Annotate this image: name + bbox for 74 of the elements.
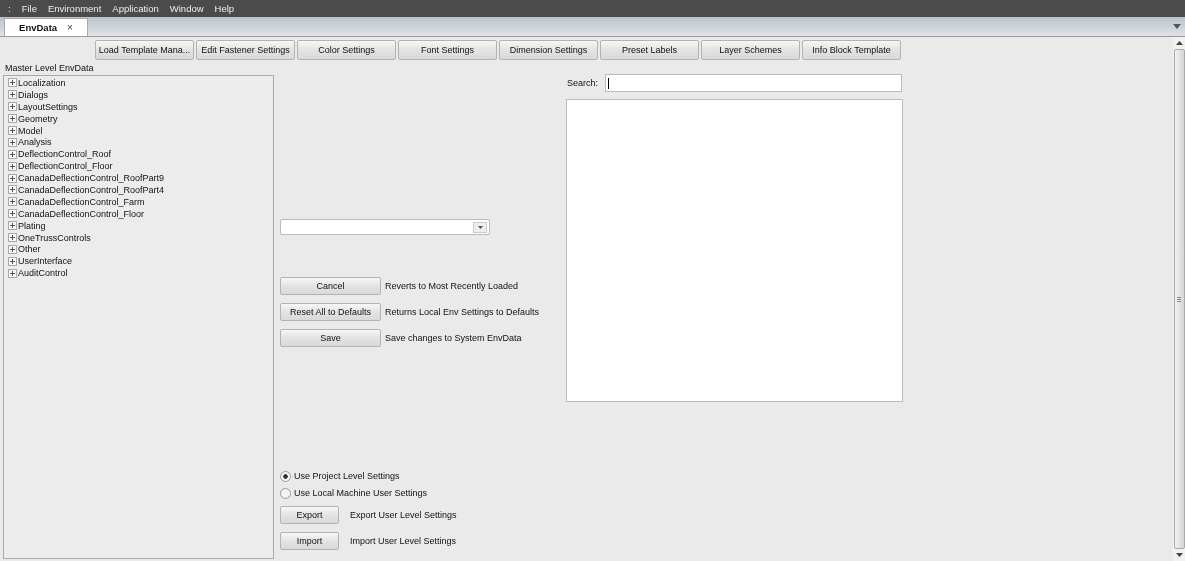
- toolbar-button[interactable]: Dimension Settings: [499, 40, 598, 60]
- expand-icon[interactable]: [8, 185, 17, 195]
- action-description: Returns Local Env Settings to Defaults: [385, 307, 540, 317]
- search-label: Search:: [567, 78, 599, 88]
- tree-item[interactable]: Model: [18, 125, 43, 136]
- toolbar-button[interactable]: Info Block Template: [802, 40, 901, 60]
- menu-item[interactable]: Window: [164, 3, 210, 14]
- expand-icon[interactable]: [8, 256, 17, 266]
- action-button[interactable]: Reset All to Defaults: [280, 303, 381, 321]
- expand-icon[interactable]: [8, 221, 17, 231]
- tree-item[interactable]: CanadaDeflectionControl_Floor: [18, 208, 145, 219]
- grip-icon: [1177, 296, 1181, 302]
- expand-icon[interactable]: [8, 137, 17, 147]
- tree-item[interactable]: LayoutSettings: [18, 101, 78, 112]
- tree-item[interactable]: DeflectionControl_Roof: [18, 149, 112, 160]
- action-description: Save changes to System EnvData: [385, 333, 522, 343]
- menu-item[interactable]: Environment: [42, 3, 108, 14]
- dropdown-icon[interactable]: [477, 225, 483, 229]
- scroll-down-icon[interactable]: [1175, 553, 1183, 557]
- radio-label[interactable]: Use Project Level Settings: [294, 471, 400, 481]
- tree-title: Master Level EnvData: [4, 62, 95, 75]
- close-icon[interactable]: ×: [67, 22, 73, 33]
- expand-icon[interactable]: [8, 197, 17, 207]
- search-field[interactable]: [605, 74, 903, 92]
- expand-icon[interactable]: [8, 244, 17, 254]
- menu-item[interactable]: Help: [209, 3, 241, 14]
- tree-item[interactable]: CanadaDeflectionControl_Farm: [18, 196, 145, 207]
- toolbar-button[interactable]: Layer Schemes: [701, 40, 800, 60]
- tree-item[interactable]: UserInterface: [18, 256, 73, 267]
- tree-item[interactable]: OneTrussControls: [18, 232, 91, 243]
- expand-icon[interactable]: [8, 173, 17, 183]
- tree-item[interactable]: DeflectionControl_Floor: [18, 161, 113, 172]
- expand-icon[interactable]: [8, 90, 17, 100]
- expand-icon[interactable]: [8, 114, 17, 124]
- tree-item[interactable]: Plating: [18, 220, 46, 231]
- dropdown-icon[interactable]: [1173, 24, 1181, 29]
- action-description: Reverts to Most Recently Loaded: [385, 281, 519, 291]
- toolbar-button[interactable]: Load Template Mana...: [95, 40, 194, 60]
- scroll-up-icon[interactable]: [1175, 41, 1183, 45]
- expand-icon[interactable]: [8, 126, 17, 135]
- tree-item[interactable]: Analysis: [18, 137, 52, 148]
- tree-item[interactable]: Localization: [18, 77, 66, 88]
- toolbar-button[interactable]: Preset Labels: [600, 40, 699, 60]
- expand-icon[interactable]: [8, 233, 17, 242]
- action-button[interactable]: Cancel: [280, 277, 381, 295]
- expand-icon[interactable]: [8, 268, 17, 278]
- tree-item[interactable]: CanadaDeflectionControl_RoofPart9: [18, 173, 165, 184]
- tab[interactable]: EnvData ×: [4, 18, 88, 36]
- transfer-button[interactable]: Import: [280, 532, 339, 550]
- menu-item[interactable]: Application: [107, 3, 165, 14]
- tree-item[interactable]: CanadaDeflectionControl_RoofPart4: [18, 184, 165, 195]
- transfer-button[interactable]: Export: [280, 506, 339, 524]
- menu-item[interactable]: :: [3, 3, 17, 14]
- transfer-description: Export User Level Settings: [350, 510, 457, 520]
- radio-label[interactable]: Use Local Machine User Settings: [294, 488, 428, 498]
- menu-item[interactable]: File: [16, 3, 43, 14]
- radio-button[interactable]: [280, 487, 291, 499]
- tree-item[interactable]: Other: [18, 244, 41, 255]
- tree-item[interactable]: Dialogs: [18, 89, 48, 100]
- tree-item[interactable]: Geometry: [18, 113, 58, 124]
- dropdown-field[interactable]: [280, 219, 490, 235]
- toolbar-button[interactable]: Edit Fastener Settings: [196, 40, 295, 60]
- expand-icon[interactable]: [8, 102, 17, 112]
- radio-button[interactable]: [280, 470, 291, 482]
- transfer-description: Import User Level Settings: [350, 536, 457, 546]
- action-button[interactable]: Save: [280, 329, 381, 347]
- scrollbar[interactable]: [1173, 37, 1185, 561]
- toolbar-button[interactable]: Font Settings: [398, 40, 497, 60]
- expand-icon[interactable]: [8, 149, 17, 159]
- tree-item[interactable]: AuditControl: [18, 268, 68, 279]
- expand-icon[interactable]: [8, 161, 17, 171]
- toolbar-button[interactable]: Color Settings: [297, 40, 396, 60]
- expand-icon[interactable]: [8, 78, 17, 88]
- expand-icon[interactable]: [8, 209, 17, 219]
